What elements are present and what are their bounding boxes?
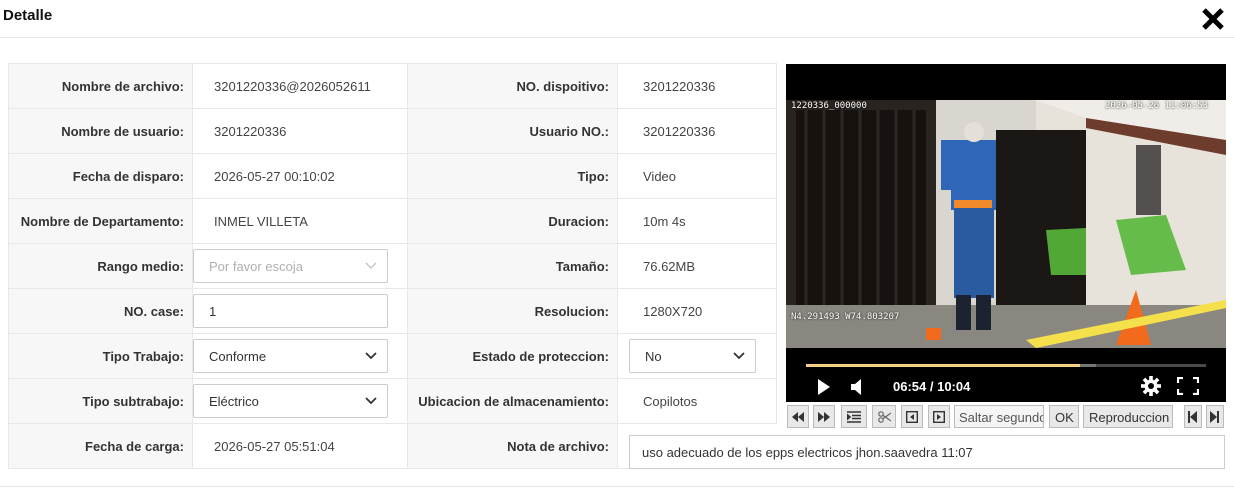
no-case-value: 1 (209, 304, 217, 319)
value-ubicacion-almacenamiento: Copilotos (617, 378, 777, 424)
label-ubicacion-almacenamiento: Ubicacion de almacenamiento: (407, 378, 618, 424)
value-resolucion: 1280X720 (617, 288, 777, 334)
skip-to-start-button[interactable] (1184, 405, 1202, 428)
prev-frame-icon (906, 411, 918, 423)
volume-icon[interactable] (851, 379, 865, 395)
video-controls: 06:54 / 10:04 (786, 348, 1226, 402)
label-duracion: Duracion: (407, 198, 618, 244)
video-player[interactable]: 1220336_000000 2026-05-26 11:06:53 N4.29… (786, 64, 1226, 348)
label-usuario-no: Usuario NO.: (407, 108, 618, 154)
value-nombre-usuario: 3201220336 (192, 108, 408, 154)
osd-device-id: 1220336_000000 (791, 101, 867, 111)
dialog-header: Detalle (0, 0, 1234, 38)
label-fecha-carga: Fecha de carga: (8, 423, 193, 469)
label-no-case: NO. case: (8, 288, 193, 334)
tipo-trabajo-select[interactable]: Conforme (193, 339, 388, 373)
next-frame-button[interactable] (928, 405, 950, 428)
fullscreen-icon[interactable] (1177, 377, 1199, 395)
rewind-button[interactable] (787, 405, 809, 428)
progress-bar[interactable] (806, 364, 1206, 367)
nota-archivo-input[interactable]: uso adecuado de los epps electricos jhon… (629, 435, 1225, 469)
progress-played (806, 364, 1081, 367)
no-case-input[interactable]: 1 (193, 294, 388, 328)
list-button[interactable] (841, 405, 867, 428)
dialog-title: Detalle (3, 7, 53, 24)
skip-end-icon (1210, 411, 1219, 423)
clip-button[interactable] (872, 405, 896, 428)
prev-frame-button[interactable] (901, 405, 923, 428)
playback-toolbar: Saltar segundos OK Reproduccion (786, 402, 1226, 430)
label-nota-archivo: Nota de archivo: (407, 423, 618, 469)
osd-coordinates: N4.291493 W74.803207 (791, 312, 900, 322)
label-tamano: Tamaño: (407, 243, 618, 289)
tipo-subtrabajo-value: Eléctrico (209, 394, 259, 409)
label-tipo-subtrabajo: Tipo subtrabajo: (8, 378, 193, 424)
rango-medio-cell: Por favor escoja (192, 243, 408, 289)
tipo-trabajo-cell: Conforme (192, 333, 408, 379)
list-indent-icon (847, 411, 861, 423)
playback-button[interactable]: Reproduccion (1083, 405, 1173, 428)
close-icon[interactable] (1201, 7, 1225, 31)
value-nombre-departamento: INMEL VILLETA (192, 198, 408, 244)
settings-gear-icon[interactable] (1141, 376, 1161, 396)
value-nombre-archivo: 3201220336@2026052611 (192, 63, 408, 109)
value-tipo: Video (617, 153, 777, 199)
video-frame (786, 100, 1226, 348)
ok-button-label: OK (1055, 410, 1074, 425)
skip-to-end-button[interactable] (1206, 405, 1224, 428)
chevron-down-icon (733, 352, 745, 360)
detail-table: Nombre de archivo: 3201220336@2026052611… (8, 63, 777, 469)
label-fecha-disparo: Fecha de disparo: (8, 153, 193, 199)
osd-timestamp: 2026-05-26 11:06:53 (1105, 101, 1208, 111)
label-nombre-departamento: Nombre de Departamento: (8, 198, 193, 244)
next-frame-icon (933, 411, 945, 423)
label-nombre-archivo: Nombre de archivo: (8, 63, 193, 109)
tipo-subtrabajo-cell: Eléctrico (192, 378, 408, 424)
value-usuario-no: 3201220336 (617, 108, 777, 154)
ok-button[interactable]: OK (1049, 405, 1079, 428)
chevron-down-icon (365, 262, 377, 269)
value-fecha-carga: 2026-05-27 05:51:04 (192, 423, 408, 469)
fast-forward-button[interactable] (813, 405, 835, 428)
playback-button-label: Reproduccion (1089, 410, 1170, 425)
value-duracion: 10m 4s (617, 198, 777, 244)
play-icon[interactable] (817, 379, 831, 395)
skip-start-icon (1188, 411, 1197, 423)
no-case-cell: 1 (192, 288, 408, 334)
skip-seconds-placeholder: Saltar segundos (959, 410, 1044, 425)
label-estado-proteccion: Estado de proteccion: (407, 333, 618, 379)
estado-proteccion-cell: No (617, 333, 777, 379)
skip-seconds-input[interactable]: Saltar segundos (954, 405, 1044, 428)
value-tamano: 76.62MB (617, 243, 777, 289)
rango-medio-placeholder: Por favor escoja (209, 259, 303, 274)
dialog-footer-divider (0, 486, 1234, 487)
scissors-icon (878, 411, 891, 423)
label-nombre-usuario: Nombre de usuario: (8, 108, 193, 154)
estado-proteccion-select[interactable]: No (629, 339, 756, 373)
label-rango-medio: Rango medio: (8, 243, 193, 289)
time-display: 06:54 / 10:04 (893, 379, 971, 394)
label-resolucion: Resolucion: (407, 288, 618, 334)
chevron-down-icon (365, 352, 377, 360)
tipo-trabajo-value: Conforme (209, 349, 267, 364)
label-tipo-trabajo: Tipo Trabajo: (8, 333, 193, 379)
chevron-down-icon (365, 397, 377, 405)
nota-archivo-value: uso adecuado de los epps electricos jhon… (642, 445, 973, 460)
tipo-subtrabajo-select[interactable]: Eléctrico (193, 384, 388, 418)
rango-medio-select[interactable]: Por favor escoja (193, 249, 388, 283)
label-tipo: Tipo: (407, 153, 618, 199)
value-fecha-disparo: 2026-05-27 00:10:02 (192, 153, 408, 199)
label-no-dispositivo: NO. dispoitivo: (407, 63, 618, 109)
value-no-dispositivo: 3201220336 (617, 63, 777, 109)
fast-forward-icon (818, 412, 830, 422)
rewind-icon (792, 412, 804, 422)
estado-proteccion-value: No (645, 349, 662, 364)
